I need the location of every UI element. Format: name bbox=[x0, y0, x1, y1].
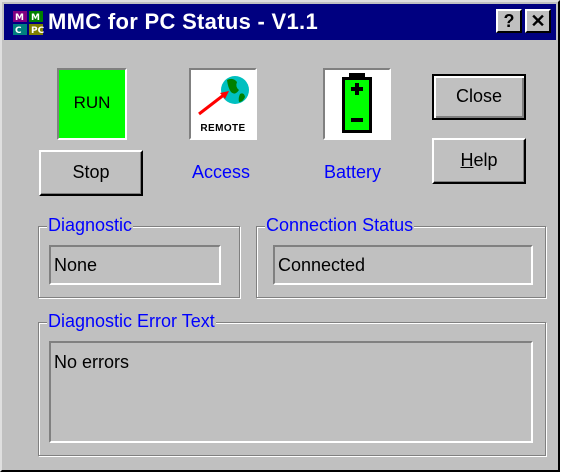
connection-status-group: Connection Status Connected bbox=[256, 215, 546, 298]
access-label: Access bbox=[192, 162, 251, 182]
diagnostic-group: Diagnostic None bbox=[38, 215, 240, 298]
title-close-button[interactable]: ✕ bbox=[525, 9, 551, 33]
mmc-app-icon[interactable]: M M C PC bbox=[12, 10, 44, 36]
run-status-label: RUN bbox=[73, 93, 111, 112]
svg-text:M: M bbox=[31, 13, 40, 23]
title-help-button[interactable]: ? bbox=[496, 9, 522, 33]
help-button-label: Help bbox=[460, 150, 498, 170]
battery-icon bbox=[342, 73, 372, 133]
stop-button[interactable]: Stop bbox=[39, 150, 143, 196]
help-button[interactable]: Help bbox=[432, 138, 526, 184]
diagnostic-field: None bbox=[49, 245, 221, 285]
window-title: MMC for PC Status - V1.1 bbox=[48, 9, 319, 34]
connection-status-group-label: Connection Status bbox=[265, 215, 415, 236]
remote-globe-icon bbox=[198, 76, 249, 116]
access-icon-text: REMOTE bbox=[200, 123, 246, 134]
battery-indicator[interactable] bbox=[323, 68, 391, 140]
close-button[interactable]: Close bbox=[432, 74, 526, 120]
diagnostic-group-label: Diagnostic bbox=[47, 215, 134, 236]
diagnostic-error-text-group: Diagnostic Error Text No errors bbox=[38, 311, 546, 456]
diagnostic-error-text-group-label: Diagnostic Error Text bbox=[47, 311, 216, 332]
svg-text:PC: PC bbox=[31, 26, 44, 36]
connection-status-field: Connected bbox=[273, 245, 533, 285]
access-indicator[interactable]: REMOTE bbox=[189, 68, 257, 140]
run-status-indicator: RUN bbox=[57, 68, 127, 140]
battery-label: Battery bbox=[324, 162, 382, 182]
diagnostic-error-text-field: No errors bbox=[49, 341, 533, 443]
status-window: M M C PC MMC for PC Status - V1.1 ? ✕ RU… bbox=[0, 0, 560, 472]
svg-text:M: M bbox=[15, 13, 24, 23]
title-bar[interactable]: M M C PC MMC for PC Status - V1.1 ? ✕ bbox=[4, 4, 556, 40]
svg-text:C: C bbox=[15, 26, 22, 36]
